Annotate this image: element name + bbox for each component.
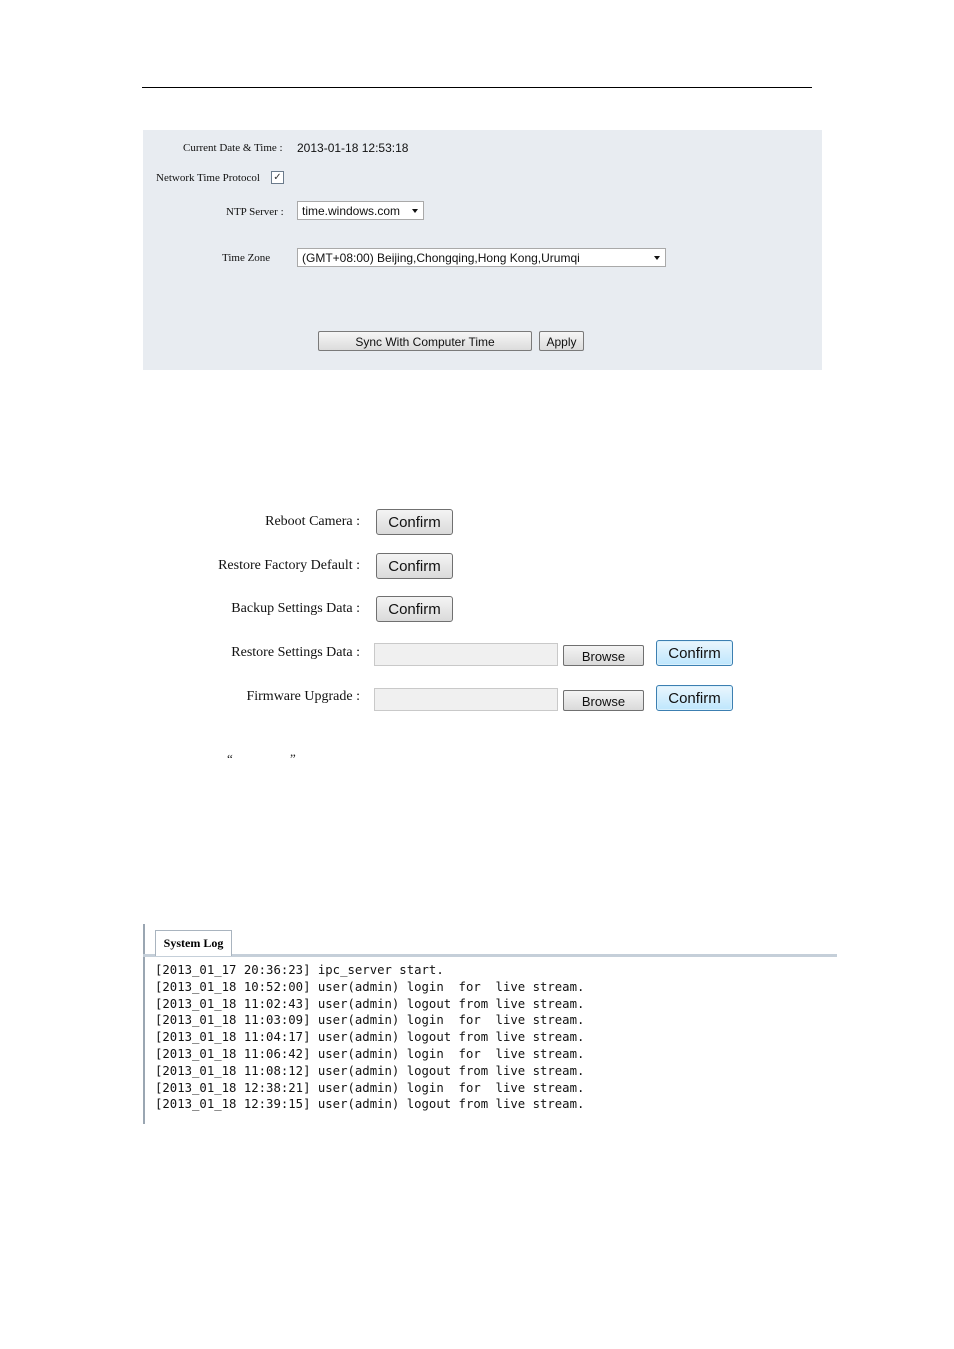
backup-settings-label: Backup Settings Data : — [231, 601, 360, 616]
firmware-upgrade-label: Firmware Upgrade : — [246, 689, 360, 704]
reboot-camera-label: Reboot Camera : — [265, 514, 360, 529]
log-line: [2013_01_18 11:08:12] user(admin) logout… — [155, 1063, 585, 1078]
restore-factory-default-label: Restore Factory Default : — [218, 558, 360, 573]
restore-default-confirm-button[interactable]: Confirm — [376, 553, 453, 579]
system-log-panel: System Log [2013_01_17 20:36:23] ipc_ser… — [143, 924, 837, 1124]
firmware-browse-button[interactable]: Browse — [563, 690, 644, 711]
apply-button[interactable]: Apply — [539, 331, 584, 351]
time-settings-panel: Current Date & Time : 2013-01-18 12:53:1… — [143, 130, 822, 370]
timezone-select[interactable]: (GMT+08:00) Beijing,Chongqing,Hong Kong,… — [297, 248, 666, 267]
log-line: [2013_01_18 12:38:21] user(admin) login … — [155, 1080, 585, 1095]
restore-settings-label: Restore Settings Data : — [231, 645, 360, 660]
checkmark-icon: ✓ — [273, 172, 282, 183]
backup-confirm-button[interactable]: Confirm — [376, 596, 453, 622]
open-quote: “ — [227, 751, 233, 766]
log-line: [2013_01_18 11:02:43] user(admin) logout… — [155, 996, 585, 1011]
chevron-down-icon — [654, 256, 660, 260]
log-tab-baseline — [143, 954, 837, 957]
log-line: [2013_01_18 11:06:42] user(admin) login … — [155, 1046, 585, 1061]
restore-settings-confirm-button[interactable]: Confirm — [656, 640, 733, 666]
timezone-label: Time Zone — [222, 252, 271, 264]
ntp-server-select[interactable]: time.windows.com — [297, 201, 424, 220]
ntp-server-value: time.windows.com — [302, 204, 401, 218]
timezone-value: (GMT+08:00) Beijing,Chongqing,Hong Kong,… — [302, 251, 580, 265]
chevron-down-icon — [412, 209, 418, 213]
log-line: [2013_01_18 12:39:15] user(admin) logout… — [155, 1097, 585, 1112]
log-line: [2013_01_18 10:52:00] user(admin) login … — [155, 979, 585, 994]
reboot-confirm-button[interactable]: Confirm — [376, 509, 453, 535]
ntp-label: Network Time Protocol — [156, 172, 260, 184]
ntp-checkbox[interactable]: ✓ — [271, 171, 284, 184]
current-datetime-label: Current Date & Time : — [183, 142, 283, 154]
tab-system-log[interactable]: System Log — [155, 930, 232, 956]
restore-settings-browse-button[interactable]: Browse — [563, 645, 644, 666]
system-log-list: [2013_01_17 20:36:23] ipc_server start. … — [155, 962, 584, 1113]
restore-settings-file-input[interactable] — [374, 643, 558, 666]
log-line: [2013_01_18 11:04:17] user(admin) logout… — [155, 1030, 585, 1045]
current-datetime-value: 2013-01-18 12:53:18 — [297, 141, 409, 155]
page-header-rule — [142, 87, 812, 88]
log-line: [2013_01_17 20:36:23] ipc_server start. — [155, 963, 444, 977]
close-quote: ” — [290, 751, 296, 766]
ntp-server-label: NTP Server : — [226, 206, 284, 218]
sync-computer-time-button[interactable]: Sync With Computer Time — [318, 331, 532, 351]
firmware-file-input[interactable] — [374, 688, 558, 711]
firmware-confirm-button[interactable]: Confirm — [656, 685, 733, 711]
log-line: [2013_01_18 11:03:09] user(admin) login … — [155, 1013, 585, 1028]
